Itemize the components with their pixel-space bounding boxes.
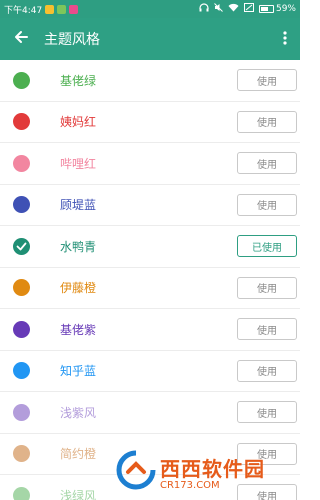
use-theme-button[interactable]: 使用 [237,359,297,382]
battery-icon [258,5,274,13]
in-use-button[interactable]: 已使用 [237,235,297,258]
more-vert-icon [283,30,287,49]
color-swatch [13,362,30,380]
more-options-button[interactable] [270,18,300,60]
use-theme-button[interactable]: 使用 [237,152,297,175]
color-swatch [13,71,30,89]
status-right: 59% [199,3,296,15]
theme-name: 浅绿风 [60,488,97,500]
wifi-icon [228,3,239,15]
theme-row[interactable]: 伊藤橙 使用 [0,268,300,309]
theme-row[interactable]: 基佬绿 使用 [0,60,300,102]
theme-row[interactable]: 浅绿风 使用 [0,475,300,500]
notification-app-icon [45,4,55,14]
theme-name: 伊藤橙 [60,281,97,296]
theme-name: 顾堤蓝 [60,198,97,213]
battery-indicator: 59% [258,4,296,14]
use-theme-button[interactable]: 使用 [237,484,297,500]
headphones-icon [199,3,209,15]
use-theme-button[interactable]: 使用 [237,193,297,216]
theme-row[interactable]: 简约橙 使用 [0,434,300,475]
use-theme-button[interactable]: 使用 [237,69,297,92]
theme-name: 简约橙 [60,447,97,462]
arrow-left-icon [13,29,29,49]
status-time: 下午4:47 [4,5,43,16]
mute-icon [214,3,223,15]
theme-name: 基佬紫 [60,322,97,337]
theme-row[interactable]: 水鸭青 已使用 [0,226,300,268]
use-theme-button[interactable]: 使用 [237,276,297,299]
color-swatch [13,154,30,172]
theme-row[interactable]: 知乎蓝 使用 [0,351,300,392]
theme-row[interactable]: 姨妈红 使用 [0,102,300,143]
theme-name: 水鸭青 [60,239,97,254]
color-swatch [13,403,30,421]
use-theme-button[interactable]: 使用 [237,442,297,465]
theme-list: 基佬绿 使用 姨妈红 使用 哔哩红 使用 顾堤蓝 使用 水鸭青 已使用 伊藤橙 使用 基佬紫 使用 知乎蓝使… [0,60,300,500]
use-theme-button[interactable]: 使用 [237,318,297,341]
check-icon [13,237,30,255]
notification-app-icon [69,4,79,14]
theme-name: 浅紫风 [60,405,97,420]
color-swatch [13,445,30,463]
status-bar: 下午4:47 59% [0,0,300,18]
use-theme-button[interactable]: 使用 [237,401,297,424]
color-swatch [13,113,30,131]
battery-percent: 59% [275,4,296,14]
color-swatch [13,320,30,338]
color-swatch [13,486,30,500]
theme-name: 哔哩红 [60,156,97,171]
status-left: 下午4:47 [4,3,79,16]
back-button[interactable] [0,18,42,60]
use-theme-button[interactable]: 使用 [237,110,297,133]
notification-app-icon [57,4,67,14]
app-bar: 主题风格 [0,18,300,60]
color-swatch [13,279,30,297]
theme-row[interactable]: 基佬紫 使用 [0,309,300,351]
theme-row[interactable]: 浅紫风 使用 [0,392,300,434]
page-title: 主题风格 [44,32,100,48]
theme-row[interactable]: 顾堤蓝 使用 [0,185,300,226]
theme-name: 姨妈红 [60,115,97,130]
color-swatch [13,196,30,214]
signal-icon [243,3,254,15]
theme-name: 基佬绿 [60,73,97,88]
theme-name: 知乎蓝 [60,364,97,379]
theme-row[interactable]: 哔哩红 使用 [0,143,300,185]
